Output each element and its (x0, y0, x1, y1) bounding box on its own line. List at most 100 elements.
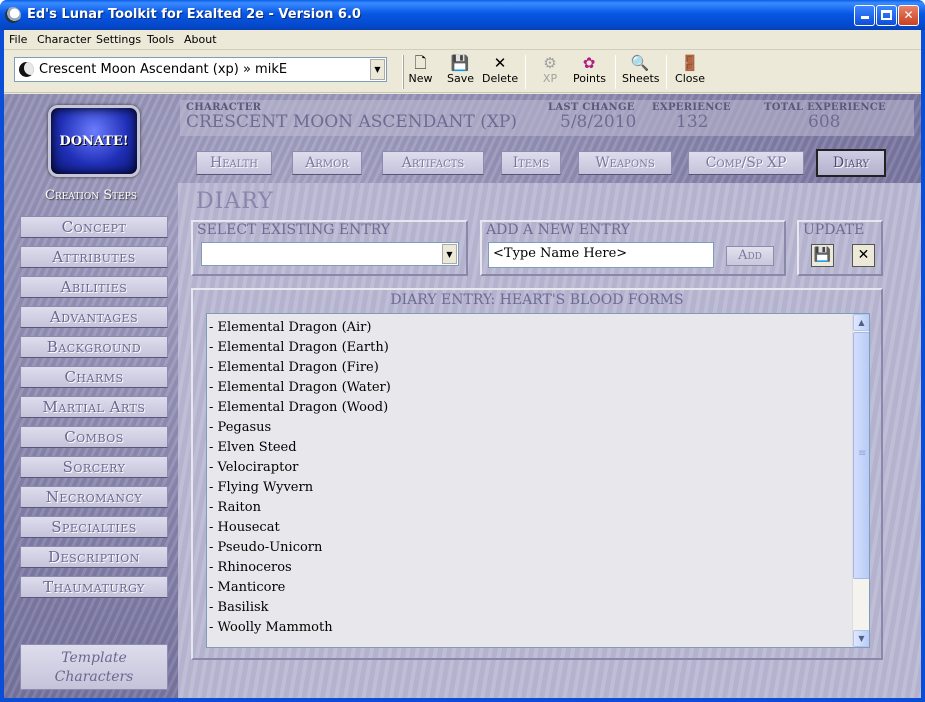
save-entry-button[interactable]: 💾 (811, 244, 834, 267)
step-combos[interactable]: Combos (20, 426, 168, 448)
tab-comp-sp-xp[interactable]: Comp/Sp XP (688, 151, 804, 175)
menu-character[interactable]: Character (37, 33, 91, 46)
diary-line: - Elemental Dragon (Fire) (209, 360, 379, 375)
add-new-entry-label: Add a New Entry (486, 222, 631, 238)
diary-line: - Pegasus (209, 420, 272, 435)
window-title: Ed's Lunar Toolkit for Exalted 2e - Vers… (27, 7, 361, 22)
save-button[interactable]: 💾 Save (447, 54, 475, 90)
menu-bar: File Character Settings Tools About (4, 30, 921, 50)
menu-settings[interactable]: Settings (96, 33, 141, 46)
maximize-icon (881, 10, 892, 20)
page-title: Diary (196, 189, 274, 214)
maximize-button[interactable] (876, 5, 897, 26)
select-existing-combo[interactable]: ▼ (201, 242, 459, 266)
new-document-icon: 🗋 (414, 54, 427, 72)
update-group: Update 💾 ✕ (797, 220, 883, 276)
character-select-value: Crescent Moon Ascendant (xp) » mikE (39, 62, 288, 77)
scroll-thumb[interactable] (853, 332, 869, 579)
diary-line: - Elven Steed (209, 440, 297, 455)
new-label: New (408, 72, 433, 85)
new-button[interactable]: 🗋 New (408, 54, 433, 90)
step-concept[interactable]: Concept (20, 216, 168, 238)
tab-health[interactable]: Health (196, 151, 272, 175)
toolbar-grip[interactable] (402, 55, 404, 89)
step-thaumaturgy[interactable]: Thaumaturgy (20, 576, 168, 598)
character-header: Character Crescent Moon Ascendant (xp) L… (180, 100, 914, 136)
xp-button[interactable]: ⚙ XP (540, 54, 560, 90)
step-necromancy[interactable]: Necromancy (20, 486, 168, 508)
minimize-button[interactable] (854, 5, 875, 26)
menu-about[interactable]: About (184, 33, 217, 46)
diary-line: - Velociraptor (209, 460, 299, 475)
crescent-moon-icon (19, 62, 34, 77)
toolbar: Crescent Moon Ascendant (xp) » mikE ▼ 🗋 … (4, 51, 921, 93)
step-background[interactable]: Background (20, 336, 168, 358)
character-value: Crescent Moon Ascendant (xp) (186, 112, 518, 132)
template-line2: Characters (54, 669, 134, 685)
new-entry-name-input[interactable]: <Type Name Here> (488, 242, 714, 268)
chevron-up-icon: ▲ (858, 318, 865, 327)
vertical-scrollbar[interactable]: ▲ ▼ (852, 314, 869, 647)
client-area: File Character Settings Tools About Cres… (4, 30, 921, 698)
diary-line: - Raiton (209, 500, 261, 515)
tab-artifacts[interactable]: Artifacts (382, 151, 484, 175)
delete-entry-button[interactable]: ✕ (852, 244, 875, 267)
delete-x-icon: ✕ (857, 247, 870, 263)
donate-button[interactable]: DONATE! (48, 105, 140, 177)
toolbar-separator (525, 55, 526, 89)
step-specialties[interactable]: Specialties (20, 516, 168, 538)
close-button[interactable]: 🚪 Close (675, 54, 705, 90)
toolbar-separator (666, 55, 667, 89)
points-button[interactable]: ✿ Points (573, 54, 606, 90)
character-select[interactable]: Crescent Moon Ascendant (xp) » mikE ▼ (14, 57, 387, 82)
step-sorcery[interactable]: Sorcery (20, 456, 168, 478)
xp-label: XP (542, 72, 558, 85)
donate-label: DONATE! (59, 134, 129, 149)
last-change-value: 5/8/2010 (560, 112, 637, 132)
sheets-button[interactable]: 🔍 Sheets (622, 54, 660, 90)
step-advantages[interactable]: Advantages (20, 306, 168, 328)
update-label: Update (803, 222, 865, 238)
menu-file[interactable]: File (9, 33, 27, 46)
step-abilities[interactable]: Abilities (20, 276, 168, 298)
tab-weapons[interactable]: Weapons (578, 151, 672, 175)
points-icon: ✿ (582, 54, 596, 72)
diary-line: - Rhinoceros (209, 560, 292, 575)
menu-tools[interactable]: Tools (147, 33, 174, 46)
tab-items[interactable]: Items (501, 151, 561, 175)
window-close-button[interactable]: ✕ (898, 5, 919, 26)
title-bar[interactable]: Ed's Lunar Toolkit for Exalted 2e - Vers… (0, 0, 925, 30)
diary-line: - Flying Wyvern (209, 480, 314, 495)
template-line1: Template (61, 650, 127, 666)
main-panel: DONATE! Creation Steps Concept Attribute… (4, 94, 921, 698)
diary-entry-textarea[interactable]: - Elemental Dragon (Air) - Elemental Drag… (206, 313, 870, 648)
app-moon-icon[interactable] (5, 7, 21, 23)
diary-line: - Elemental Dragon (Water) (209, 380, 391, 395)
chevron-down-icon[interactable]: ▼ (370, 59, 385, 80)
scroll-down-button[interactable]: ▼ (853, 630, 869, 647)
save-label: Save (447, 72, 475, 85)
step-martial-arts[interactable]: Martial Arts (20, 396, 168, 418)
diary-entry-title: Diary Entry: Heart's Blood Forms (390, 292, 684, 308)
diary-line: - Elemental Dragon (Wood) (209, 400, 389, 415)
step-charms[interactable]: Charms (20, 366, 168, 388)
diary-line: - Elemental Dragon (Air) (209, 320, 372, 335)
add-entry-button[interactable]: Add (726, 246, 774, 266)
diary-line: - Housecat (209, 520, 280, 535)
tab-armor[interactable]: Armor (292, 151, 362, 175)
diary-line: - Pseudo-Unicorn (209, 540, 323, 555)
diary-line: - Manticore (209, 580, 286, 595)
sheets-icon: 🔍 (630, 54, 650, 72)
step-description[interactable]: Description (20, 546, 168, 568)
diary-line: - Woolly Mammoth (209, 620, 333, 635)
tab-diary[interactable]: Diary (816, 149, 886, 177)
step-attributes[interactable]: Attributes (20, 246, 168, 268)
diary-line: - Basilisk (209, 600, 269, 615)
template-characters-button[interactable]: Template Characters (20, 644, 168, 690)
delete-button[interactable]: ✕ Delete (482, 54, 518, 90)
select-existing-label: Select Existing Entry (197, 222, 391, 238)
diary-entry-lines: - Elemental Dragon (Air) - Elemental Drag… (209, 318, 391, 638)
sheets-label: Sheets (622, 72, 660, 85)
chevron-down-icon[interactable]: ▼ (442, 244, 457, 264)
scroll-up-button[interactable]: ▲ (853, 314, 869, 331)
